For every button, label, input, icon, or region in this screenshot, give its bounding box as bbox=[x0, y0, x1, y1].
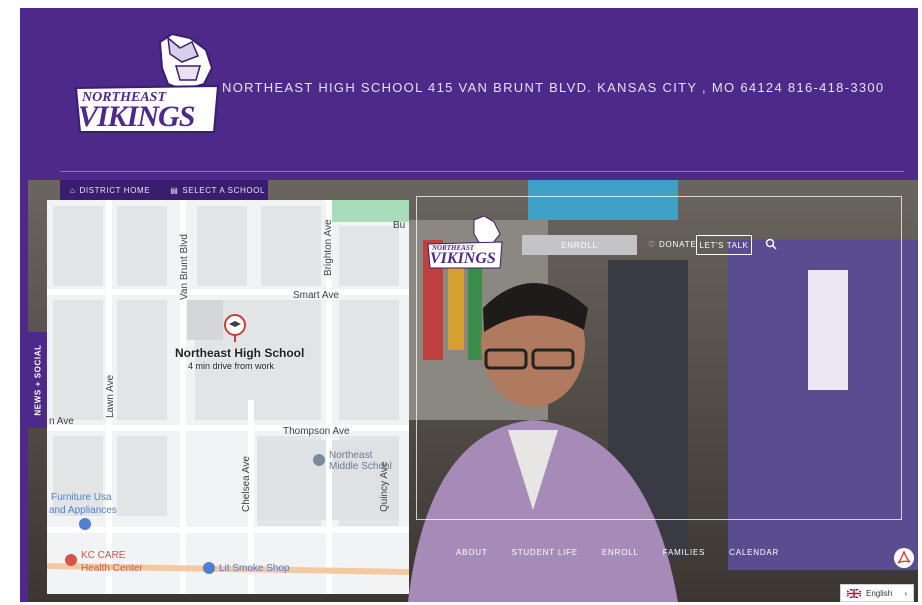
search-icon[interactable] bbox=[765, 238, 777, 250]
street-bu: Bu bbox=[393, 220, 406, 231]
smoke-shop-pin-icon[interactable] bbox=[203, 562, 215, 574]
middle-school-pin-icon[interactable] bbox=[313, 454, 325, 466]
furniture-label-1: Furniture Usa bbox=[51, 492, 112, 503]
school-pin-icon[interactable] bbox=[223, 314, 247, 342]
select-school-link[interactable]: ▤ SELECT A SCHOOL bbox=[160, 186, 275, 195]
nav-about[interactable]: ABOUT bbox=[456, 548, 488, 557]
uk-flag-icon bbox=[847, 588, 861, 598]
main-nav: ABOUT STUDENT LIFE ENROLL FAMILIES CALEN… bbox=[456, 548, 779, 557]
logo-main-text: VIKINGS bbox=[78, 100, 195, 133]
header-divider bbox=[60, 171, 904, 172]
hero-logo-main: VIKINGS bbox=[430, 250, 496, 267]
heart-icon: ♡ bbox=[648, 240, 656, 249]
place-name: Northeast High School bbox=[175, 346, 305, 360]
donate-link[interactable]: ♡ DONATE bbox=[648, 240, 697, 249]
street-smart: Smart Ave bbox=[293, 290, 339, 301]
middle-school-label: Northeast Middle School bbox=[329, 450, 392, 472]
street-van-brunt: Van Brunt Blvd bbox=[179, 234, 190, 300]
pdf-icon bbox=[897, 551, 911, 564]
pdf-button[interactable] bbox=[894, 548, 914, 568]
place-subtitle: 4 min drive from work bbox=[188, 361, 275, 371]
hero-logo[interactable]: NORTHEAST VIKINGS bbox=[426, 215, 504, 270]
district-home-label: DISTRICT HOME bbox=[79, 185, 151, 195]
lets-talk-button[interactable]: LET'S TALK bbox=[696, 235, 752, 255]
street-lawn: Lawn Ave bbox=[105, 374, 116, 418]
enroll-button[interactable]: ENROLL bbox=[522, 235, 637, 255]
nav-enroll[interactable]: ENROLL bbox=[602, 548, 639, 557]
district-home-link[interactable]: ⌂ DISTRICT HOME bbox=[60, 186, 160, 195]
contact-line: NORTHEAST HIGH SCHOOL 415 VAN BRUNT BLVD… bbox=[222, 80, 885, 95]
furniture-pin-icon[interactable] bbox=[79, 518, 91, 530]
chevron-right-icon: › bbox=[904, 588, 907, 598]
building-icon: ⌂ bbox=[70, 185, 76, 195]
nav-calendar[interactable]: CALENDAR bbox=[729, 548, 779, 557]
school-logo[interactable]: NORTHEAST VIKINGS bbox=[72, 32, 222, 134]
street-n-ave: n Ave bbox=[49, 416, 74, 427]
news-social-tab[interactable]: NEWS + SOCIAL bbox=[28, 332, 48, 428]
donate-label: DONATE bbox=[658, 240, 697, 249]
street-thompson: Thompson Ave bbox=[283, 426, 350, 437]
street-chelsea: Chelsea Ave bbox=[241, 456, 252, 512]
kc-care-label-2: Health Center bbox=[81, 563, 143, 574]
select-school-label: SELECT A SCHOOL bbox=[182, 185, 266, 195]
nav-families[interactable]: FAMILIES bbox=[663, 548, 705, 557]
language-selector[interactable]: English › bbox=[840, 584, 914, 602]
nav-student-life[interactable]: STUDENT LIFE bbox=[512, 548, 578, 557]
map-overlay[interactable]: Van Brunt Blvd Brighton Ave Smart Ave Bu… bbox=[47, 200, 409, 594]
street-brighton: Brighton Ave bbox=[323, 219, 334, 276]
map-canvas bbox=[47, 200, 409, 594]
kc-care-pin-icon[interactable] bbox=[65, 554, 77, 566]
furniture-label-2: and Appliances bbox=[49, 505, 117, 516]
quicklinks-bar: ⌂ DISTRICT HOME ▤ SELECT A SCHOOL bbox=[60, 180, 268, 200]
smoke-shop-label: Lit Smoke Shop bbox=[219, 563, 290, 574]
news-social-label: NEWS + SOCIAL bbox=[33, 344, 43, 416]
school-list-icon: ▤ bbox=[170, 185, 179, 195]
language-label: English bbox=[866, 588, 893, 598]
kc-care-label-1: KC CARE bbox=[81, 550, 126, 561]
